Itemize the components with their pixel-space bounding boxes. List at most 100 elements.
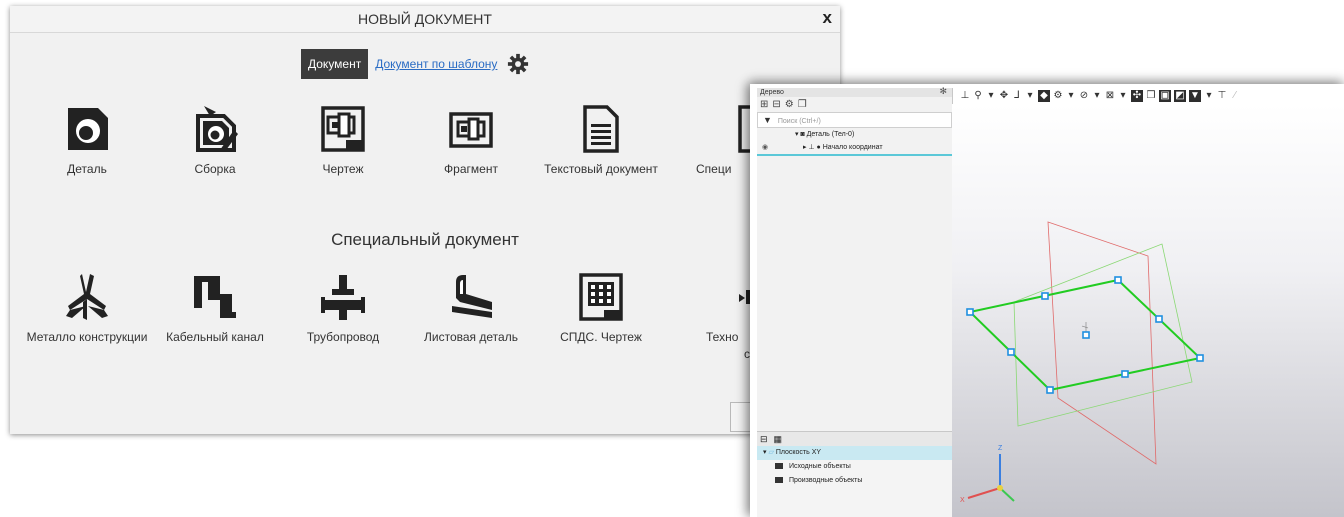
- assembly-icon: [196, 106, 238, 152]
- bullet-icon: ●: [816, 144, 821, 151]
- zoom-icon[interactable]: ⚲: [973, 90, 983, 102]
- 3d-scene: Z X: [960, 221, 1204, 504]
- special-document-heading: Специальный документ: [331, 230, 519, 249]
- collapse-arrow-icon[interactable]: ▸: [803, 144, 807, 151]
- cad-window: Дерево ✻ ⊞ ⊟ ⚙ ❐ ▼ Поиск (Ctrl+/) ▾ ◙ Де…: [750, 84, 1344, 517]
- section-icon[interactable]: ⊠: [1105, 90, 1115, 102]
- perspective-icon[interactable]: ◩: [1174, 89, 1186, 102]
- model-tree-panel: Дерево ✻ ⊞ ⊟ ⚙ ❐ ▼ Поиск (Ctrl+/) ▾ ◙ Де…: [757, 87, 953, 517]
- text-document-icon: [583, 105, 619, 153]
- metal-structures-icon: [66, 274, 108, 320]
- details-item-plane-xy[interactable]: ▾ ▱ Плоскость XY: [757, 446, 952, 460]
- pipeline-icon: [321, 275, 365, 320]
- tree-details-panel: ⊟ ▦ ▾ ▱ Плоскость XY Исходные объекты Пр…: [757, 431, 952, 517]
- measure-icon[interactable]: ⊤: [1217, 90, 1227, 102]
- tab-document-by-template[interactable]: Документ по шаблону: [375, 57, 497, 71]
- doc-type-metal-structures[interactable]: Металло конструкции: [24, 272, 150, 346]
- plane-yz-outline: [1047, 221, 1157, 465]
- pan-icon[interactable]: ✥: [999, 90, 1009, 102]
- hide-icon[interactable]: ⊘: [1079, 90, 1089, 102]
- details-item-label: Производные объекты: [788, 477, 863, 484]
- tree-search-input[interactable]: ▼ Поиск (Ctrl+/): [757, 112, 952, 128]
- expand-arrow-icon[interactable]: ▾: [763, 449, 767, 456]
- view-cube-icon[interactable]: ❒: [1146, 90, 1156, 102]
- spds-drawing-icon: [579, 273, 623, 321]
- doc-type-label: Металло конструкции: [26, 330, 148, 344]
- tree-item-origin[interactable]: ◉ ▸ ⊥ ● Начало координат: [757, 141, 952, 156]
- tree-copy-icon[interactable]: ❐: [798, 99, 807, 110]
- doc-type-fragment[interactable]: Фрагмент: [408, 104, 534, 178]
- doc-type-label: Чертеж: [322, 162, 364, 176]
- doc-type-label: Деталь: [67, 162, 107, 176]
- tree-panel-header: Дерево ✻: [757, 87, 952, 97]
- orientation-icon[interactable]: ⊥: [960, 90, 970, 102]
- plane-handles[interactable]: [966, 276, 1204, 394]
- tree-item-label: Начало координат: [822, 144, 883, 151]
- doc-type-part[interactable]: Деталь: [24, 104, 150, 178]
- cable-channel-icon: [194, 276, 236, 318]
- doc-type-label: Фрагмент: [444, 162, 498, 176]
- search-placeholder: Поиск (Ctrl+/): [777, 118, 821, 125]
- doc-type-label-cont: с: [744, 347, 750, 361]
- doc-type-label: Кабельный канал: [166, 330, 264, 344]
- tree-structure-icon[interactable]: ⊞: [760, 99, 768, 110]
- dropdown-arrow-icon[interactable]: ▾: [986, 90, 996, 102]
- dialog-title: НОВЫЙ ДОКУМЕНТ: [10, 6, 840, 33]
- close-button[interactable]: x: [823, 8, 832, 28]
- plane-xz-outline: [1013, 243, 1193, 427]
- filter-icon[interactable]: ▼: [763, 115, 772, 125]
- view-toolbar: ⊥ ⚲ ▾ ✥ ⅃ ▾ ◆ ⚙ ▾ ⊘ ▾ ⊠ ▾ ✣ ❒ ▣ ◩ ▼ ▾ ⊤ …: [956, 88, 1344, 103]
- dropdown-arrow-icon[interactable]: ▾: [1118, 90, 1128, 102]
- doc-type-label: Сборка: [194, 162, 236, 176]
- doc-type-assembly[interactable]: Сборка: [152, 104, 278, 178]
- gear-icon[interactable]: ✻: [939, 87, 947, 96]
- tab-document[interactable]: Документ: [301, 49, 369, 79]
- visibility-eye-icon[interactable]: ◉: [762, 141, 768, 154]
- part-icon: [68, 108, 108, 150]
- doc-type-label: Специ: [696, 162, 732, 176]
- part-small-icon: ◙: [800, 131, 805, 138]
- dropdown-arrow-icon[interactable]: ▾: [1066, 90, 1076, 102]
- tree-item-part[interactable]: ▾ ◙ Деталь (Тел-0): [757, 128, 952, 141]
- folder-icon: [775, 477, 783, 484]
- doc-type-label: Текстовый документ: [544, 162, 658, 176]
- doc-type-text-document[interactable]: Текстовый документ: [538, 104, 664, 178]
- doc-type-sheet-part[interactable]: Листовая деталь: [408, 272, 534, 346]
- doc-type-drawing[interactable]: Чертеж: [280, 104, 406, 178]
- doc-type-label: Трубопровод: [306, 330, 380, 344]
- render-icon[interactable]: ▣: [1159, 89, 1171, 102]
- filter-icon[interactable]: ▼: [1189, 89, 1201, 102]
- document-mode-switch: Документ Документ по шаблону: [301, 49, 529, 79]
- details-item-label: Плоскость XY: [775, 449, 822, 456]
- details-grid-icon[interactable]: ▦: [774, 434, 783, 445]
- tree-layers-icon[interactable]: ⊟: [772, 99, 780, 110]
- tree-panel-title: Дерево: [760, 89, 784, 96]
- pencil-icon[interactable]: ⁄: [1230, 90, 1240, 102]
- details-item-source-objects[interactable]: Исходные объекты: [757, 460, 952, 474]
- doc-type-label: СПДС. Чертеж: [560, 330, 642, 344]
- snap-icon[interactable]: ✣: [1131, 89, 1143, 102]
- sheet-part-icon: [452, 275, 492, 318]
- 3d-viewport[interactable]: Z X: [952, 104, 1344, 517]
- dropdown-arrow-icon[interactable]: ▾: [1092, 90, 1102, 102]
- doc-type-cable-channel[interactable]: Кабельный канал: [152, 272, 278, 346]
- gear-icon[interactable]: [507, 53, 529, 75]
- doc-type-pipeline[interactable]: Трубопровод: [280, 272, 406, 346]
- dropdown-arrow-icon[interactable]: ▾: [1025, 90, 1035, 102]
- details-tabs: ⊟ ▦: [757, 432, 952, 446]
- details-item-derived-objects[interactable]: Производные объекты: [757, 474, 952, 488]
- tree-link-icon[interactable]: ⚙: [785, 99, 794, 110]
- details-tree-icon[interactable]: ⊟: [760, 434, 768, 445]
- plane-icon: ▱: [768, 449, 774, 456]
- new-document-dialog: НОВЫЙ ДОКУМЕНТ x Документ Документ по ша…: [10, 6, 840, 434]
- doc-type-label: Техно: [706, 330, 739, 344]
- expand-arrow-icon[interactable]: ▾: [795, 131, 799, 138]
- fragment-icon: [449, 112, 493, 148]
- dropdown-arrow-icon[interactable]: ▾: [1204, 90, 1214, 102]
- details-item-label: Исходные объекты: [788, 463, 851, 470]
- shading-icon[interactable]: ⚙: [1053, 90, 1063, 102]
- tree-item-label: Деталь (Тел-0): [806, 131, 855, 138]
- doc-type-spds-drawing[interactable]: СПДС. Чертеж: [538, 272, 664, 346]
- axis-icon[interactable]: ⅃: [1012, 90, 1022, 102]
- display-mode-icon[interactable]: ◆: [1038, 89, 1050, 102]
